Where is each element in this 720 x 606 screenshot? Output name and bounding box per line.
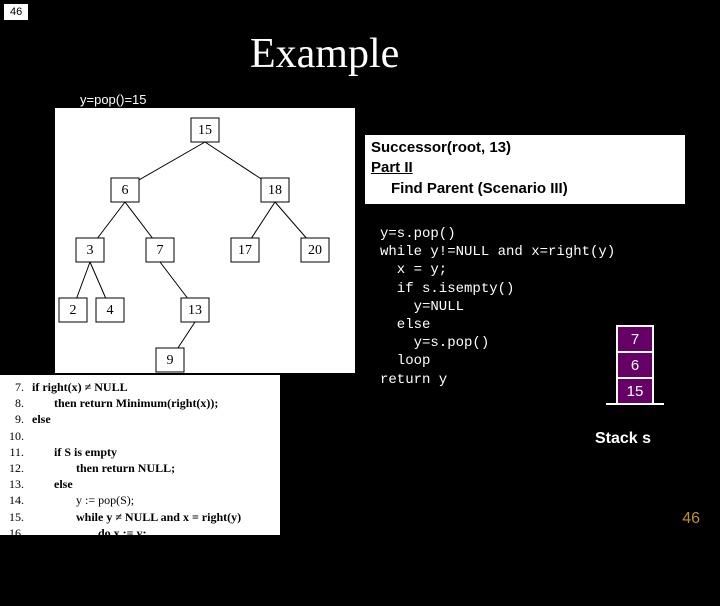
node-4: 4 xyxy=(107,303,114,318)
explain-line3: Find Parent (Scenario III) xyxy=(371,179,679,199)
stack-cell: 7 xyxy=(616,325,654,351)
stack-diagram: 7 6 15 xyxy=(616,325,654,405)
stack-base-line xyxy=(606,403,664,405)
node-2: 2 xyxy=(70,303,77,318)
stack-label: Stack s xyxy=(595,430,651,448)
bst-tree-diagram: 15 6 18 3 7 17 20 2 4 13 9 xyxy=(55,108,355,373)
node-15: 15 xyxy=(198,123,212,138)
node-6: 6 xyxy=(122,183,129,198)
node-18: 18 xyxy=(268,183,282,198)
stack-cell: 15 xyxy=(616,377,654,403)
explain-line1: Successor(root, 13) xyxy=(371,138,679,158)
node-17: 17 xyxy=(238,243,252,258)
node-13: 13 xyxy=(188,303,202,318)
node-20: 20 xyxy=(308,243,322,258)
node-3: 3 xyxy=(87,243,94,258)
node-9: 9 xyxy=(167,353,174,368)
node-7: 7 xyxy=(157,243,164,258)
slide-title: Example xyxy=(250,30,399,78)
algorithm-listing: 7.if right(x) ≠ NULL8.then return Minimu… xyxy=(0,375,280,535)
stack-cell: 6 xyxy=(616,351,654,377)
pop-annotation: y=pop()=15 xyxy=(80,92,147,107)
slide-index-badge: 46 xyxy=(4,4,28,20)
pseudocode-block: y=s.pop() while y!=NULL and x=right(y) x… xyxy=(380,225,615,389)
explain-line2: Part II xyxy=(371,158,679,178)
slide-footer-number: 46 xyxy=(682,510,700,528)
explanation-box: Successor(root, 13) Part II Find Parent … xyxy=(365,135,685,204)
